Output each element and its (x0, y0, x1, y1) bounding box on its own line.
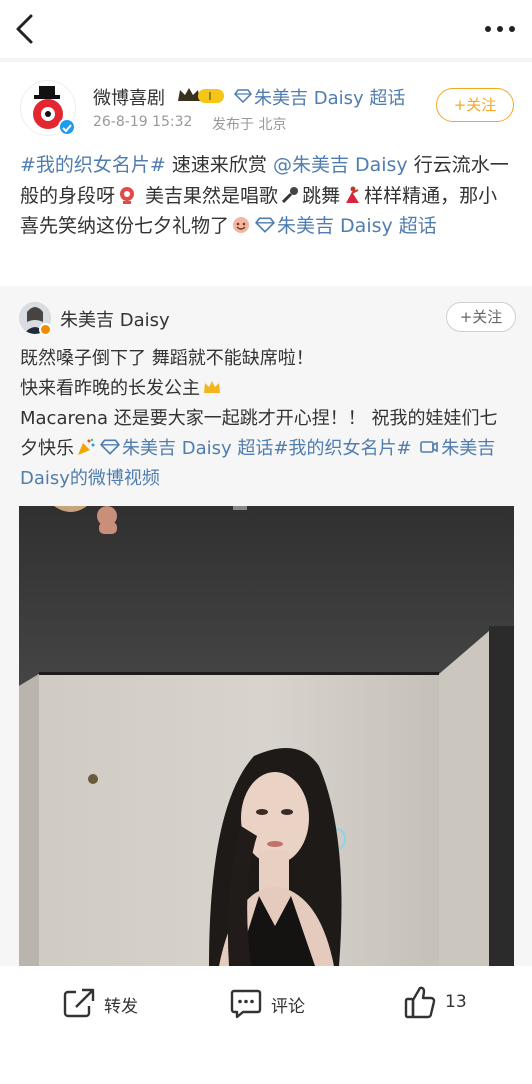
author-name[interactable]: 微博喜剧 (93, 84, 165, 110)
share-arrow-icon (63, 988, 95, 1018)
svg-text:I: I (208, 90, 211, 103)
comment-bubble-icon (230, 989, 262, 1019)
crown-level-badge-icon: I (176, 85, 226, 105)
video-frame-image (19, 506, 514, 966)
super-topic-link[interactable]: 朱美吉 Daisy 超话 (254, 84, 405, 110)
more-dots-icon (485, 26, 515, 32)
comment-button[interactable]: 评论 (229, 984, 319, 1022)
repost-author-name[interactable]: 朱美吉 Daisy (60, 306, 170, 332)
verified-badge-icon (58, 118, 76, 136)
verified-badge-icon (39, 323, 52, 336)
chevron-left-icon (16, 14, 33, 44)
follow-button[interactable]: +关注 (436, 88, 514, 122)
comment-label: 评论 (271, 997, 305, 1017)
crown-emoji-icon (204, 381, 220, 393)
hashtag-link[interactable]: #我的织女名片# (273, 438, 411, 459)
post-location: 发布于 北京 (212, 117, 287, 133)
thumbs-up-icon (404, 986, 436, 1019)
video-player[interactable] (19, 506, 514, 966)
repost-button[interactable]: 转发 (62, 984, 152, 1022)
diamond-icon (255, 217, 276, 233)
author-row: 微博喜剧 I 朱美吉 Daisy 超话 26-8-19 15:32 发布于 北京… (0, 62, 532, 146)
super-topic-link[interactable]: 朱美吉 Daisy 超话 (277, 215, 437, 237)
repost-card[interactable]: 朱美吉 Daisy +关注 既然嗓子倒下了 舞蹈就不能缺席啦！ 快来看昨晚的长发… (0, 286, 532, 966)
like-button[interactable]: 13 (403, 984, 483, 1022)
repost-follow-button[interactable]: +关注 (446, 302, 516, 332)
robot-emoji-icon (120, 186, 135, 204)
post-text: #我的织女名片# 速速来欣赏 @朱美吉 Daisy 行云流水一般的身段呀 美吉果… (20, 154, 509, 237)
hashtag-link[interactable]: #我的织女名片# (20, 154, 166, 176)
back-button[interactable] (10, 12, 42, 46)
diamond-icon (100, 439, 120, 455)
dancer-emoji-icon (346, 186, 360, 203)
microphone-emoji-icon (282, 186, 299, 203)
more-button[interactable] (484, 20, 516, 38)
top-nav-bar (0, 0, 532, 58)
party-popper-emoji-icon (78, 438, 95, 455)
like-count: 13 (445, 992, 467, 1012)
repost-text: 既然嗓子倒下了 舞蹈就不能缺席啦！ 快来看昨晚的长发公主 Macarena 还是… (20, 348, 498, 489)
diamond-icon (234, 89, 252, 103)
super-topic-link[interactable]: 朱美吉 Daisy 超话 (122, 438, 273, 459)
smiling-face-emoji-icon (233, 217, 250, 233)
video-icon (420, 441, 439, 453)
post-time: 26-8-19 15:32 (93, 114, 193, 130)
repost-label: 转发 (104, 997, 138, 1017)
action-bar: 转发 评论 13 (0, 966, 532, 1084)
mention-link[interactable]: @朱美吉 Daisy (273, 154, 408, 176)
